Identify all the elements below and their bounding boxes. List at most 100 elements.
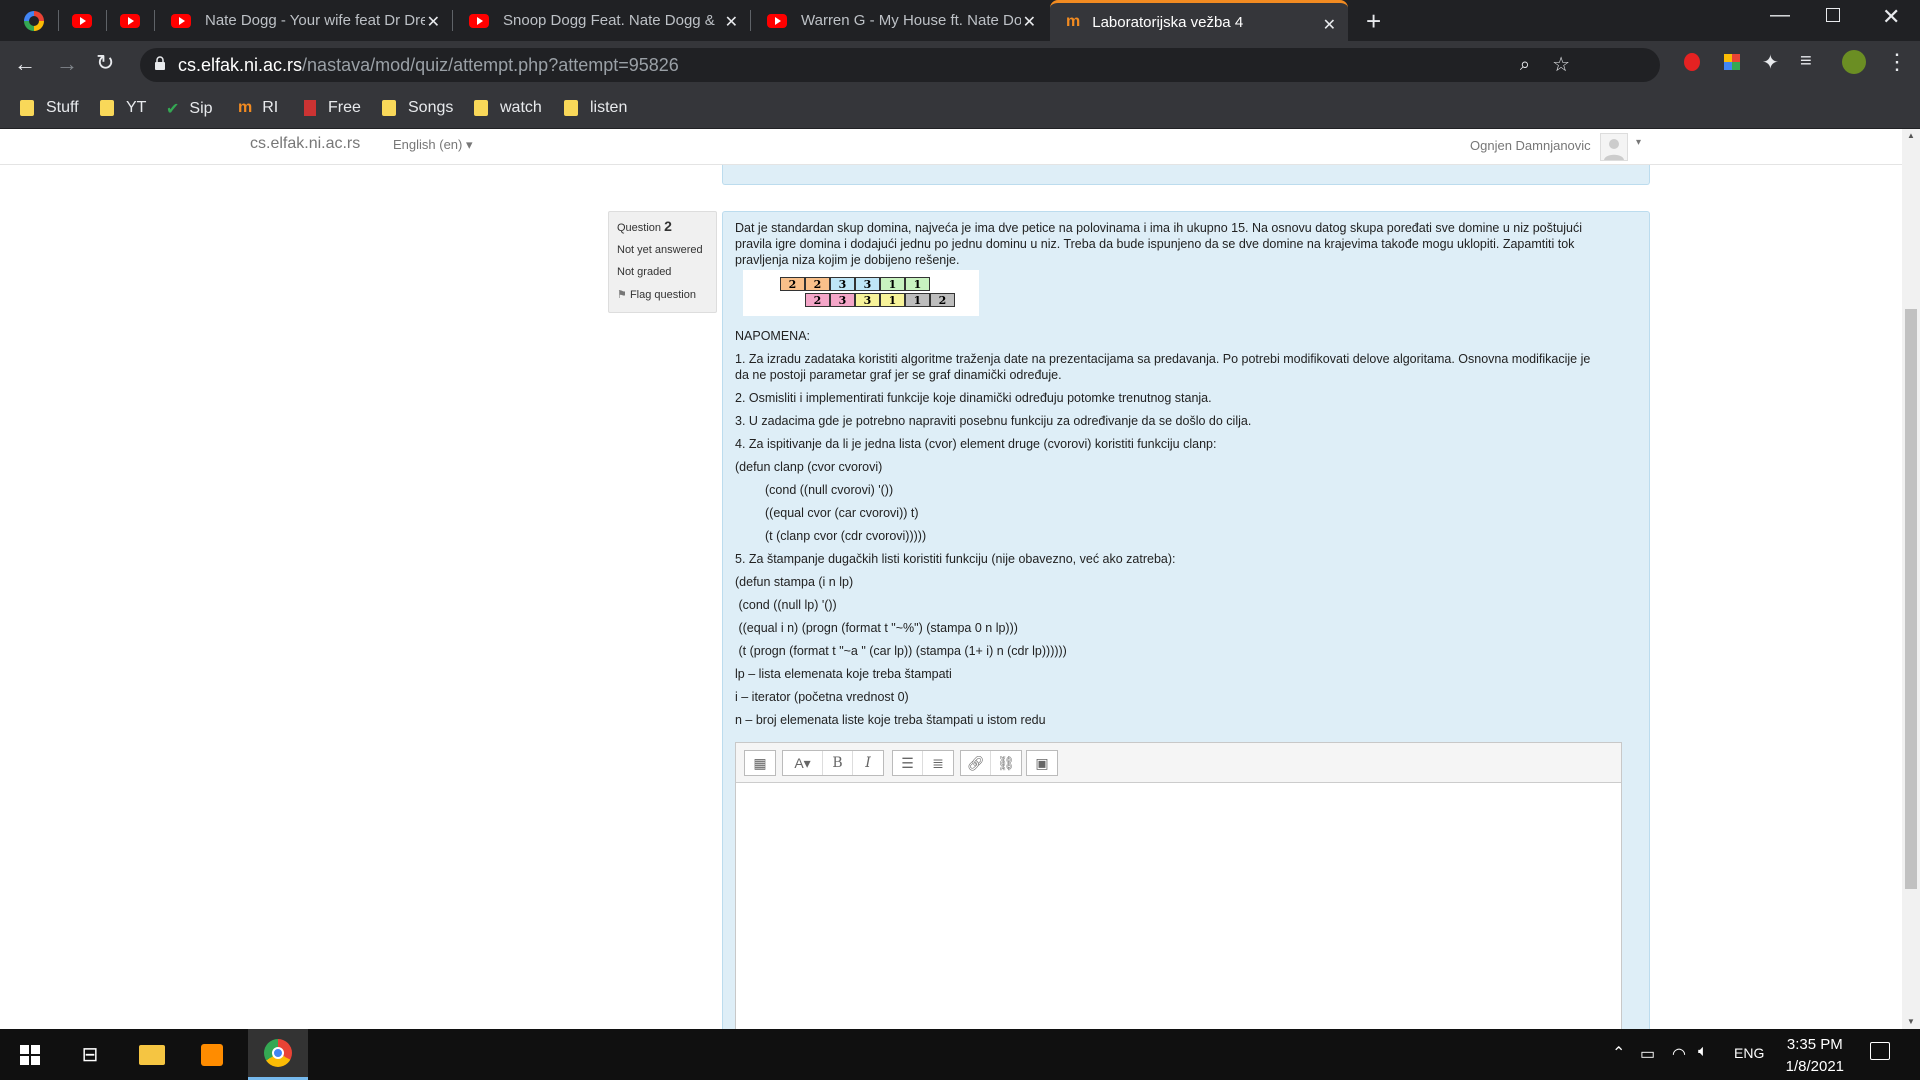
- code-line: (cond ((null cvorovi) '()): [765, 483, 894, 497]
- bookmark-label: Free: [328, 99, 361, 116]
- windows-icon: [20, 1044, 40, 1065]
- code-line: (cond ((null lp) '()): [735, 598, 837, 612]
- star-icon[interactable]: ☆: [1552, 52, 1570, 77]
- toolbar-group: ▣: [1026, 750, 1058, 776]
- task-view-icon: ⊟: [81, 1044, 99, 1066]
- bookmark-watch[interactable]: watch: [474, 99, 542, 117]
- input-language[interactable]: ENG: [1734, 1045, 1764, 1061]
- scroll-down-icon[interactable]: ▼: [1907, 1017, 1915, 1026]
- youtube-icon: [72, 13, 92, 28]
- toggle-toolbar-icon[interactable]: ▦: [745, 751, 775, 775]
- toolbar-group: 🔗︎ ⛓: [960, 750, 1022, 776]
- italic-icon[interactable]: I: [853, 751, 883, 775]
- domino-half: 3: [830, 293, 855, 307]
- zoom-icon[interactable]: ⌕: [1520, 54, 1530, 75]
- toolbar-group: ☰ ≣: [892, 750, 954, 776]
- flag-question[interactable]: ⚑ Flag question: [617, 288, 708, 301]
- close-tab-icon[interactable]: ✕: [1023, 12, 1036, 32]
- volume-icon[interactable]: 🔈︎: [1698, 1043, 1708, 1061]
- tab-warren-g[interactable]: Warren G - My House ft. Nate Dogg ✕: [751, 0, 1048, 41]
- pinned-tab-youtube-2[interactable]: [106, 0, 154, 41]
- wifi-icon[interactable]: ◠: [1672, 1044, 1686, 1064]
- question-number: 2: [664, 218, 672, 234]
- bookmark-songs[interactable]: Songs: [382, 99, 453, 117]
- link-icon[interactable]: 🔗︎: [961, 751, 991, 775]
- bullet-list-icon[interactable]: ☰: [893, 751, 923, 775]
- numbered-list-icon[interactable]: ≣: [923, 751, 953, 775]
- bookmark-free[interactable]: Free: [304, 99, 361, 117]
- close-tab-icon[interactable]: ✕: [1323, 15, 1336, 35]
- tab-snoop-dogg[interactable]: Snoop Dogg Feat. Nate Dogg & ✕: [453, 0, 750, 41]
- scroll-up-icon[interactable]: ▲: [1907, 131, 1915, 140]
- puzzle-icon[interactable]: ✦: [1762, 50, 1779, 75]
- unlink-icon[interactable]: ⛓: [991, 751, 1021, 775]
- bookmark-ri[interactable]: m RI: [238, 99, 278, 117]
- minimize-button[interactable]: —: [1770, 4, 1790, 27]
- language-menu[interactable]: English (en) ▾: [393, 137, 473, 153]
- code-line: ((equal i n) (progn (format t "~%") (sta…: [735, 621, 1018, 635]
- media-player-button[interactable]: [182, 1029, 242, 1080]
- folder-icon: [20, 100, 34, 116]
- url-text: cs.elfak.ni.ac.rs/nastava/mod/quiz/attem…: [178, 55, 679, 76]
- page-scrollbar[interactable]: ▲ ▼: [1902, 129, 1920, 1029]
- editor-toolbar: ▦ A▾ B I ☰ ≣ 🔗︎ ⛓ ▣: [736, 743, 1621, 783]
- forward-arrow-icon[interactable]: →: [56, 51, 78, 77]
- back-arrow-icon[interactable]: ←: [14, 51, 36, 77]
- task-view-button[interactable]: ⊟: [60, 1029, 120, 1080]
- bookmark-label: RI: [262, 99, 279, 116]
- close-window-button[interactable]: ✕: [1882, 4, 1900, 30]
- site-brand[interactable]: cs.elfak.ni.ac.rs: [250, 135, 360, 153]
- restore-button[interactable]: [1826, 8, 1840, 22]
- tab-title: Laboratorijska vežba 4: [1092, 13, 1244, 31]
- note-line: i – iterator (početna vrednost 0): [735, 690, 909, 704]
- reload-icon[interactable]: ↻: [96, 50, 114, 76]
- notifications-icon[interactable]: [1870, 1042, 1890, 1060]
- note-title: NAPOMENA:: [735, 329, 811, 343]
- youtube-icon: [767, 13, 787, 28]
- chevron-up-icon[interactable]: ⌃: [1612, 1043, 1625, 1063]
- clock[interactable]: 3:35 PM 1/8/2021: [1786, 1034, 1844, 1078]
- bookmark-sip[interactable]: ✔ Sip: [166, 99, 213, 119]
- file-explorer-button[interactable]: [122, 1029, 182, 1080]
- tab-laboratorijska[interactable]: m Laboratorijska vežba 4 ✕: [1050, 0, 1348, 41]
- tab-nate-dogg[interactable]: Nate Dogg - Your wife feat Dr Dre ✕: [155, 0, 452, 41]
- flag-icon: ⚑: [617, 289, 627, 301]
- address-bar[interactable]: cs.elfak.ni.ac.rs/nastava/mod/quiz/attem…: [140, 48, 1660, 82]
- pinned-tab-google[interactable]: [10, 0, 58, 41]
- bookmark-yt[interactable]: YT: [100, 99, 146, 117]
- domino-half: 1: [905, 293, 930, 307]
- pinned-tab-youtube-1[interactable]: [58, 0, 106, 41]
- menu-icon[interactable]: ⋮: [1886, 49, 1908, 75]
- question-grade: Not graded: [617, 266, 672, 278]
- bold-icon[interactable]: B: [823, 751, 853, 775]
- extension-icon[interactable]: [1724, 54, 1740, 70]
- youtube-icon: [469, 13, 489, 28]
- scrollbar-thumb[interactable]: [1905, 309, 1917, 889]
- chrome-taskbar-button[interactable]: [248, 1029, 308, 1080]
- bookmark-listen[interactable]: listen: [564, 99, 627, 117]
- user-name[interactable]: Ognjen Damnjanovic: [1470, 138, 1591, 153]
- toolbar-group: A▾ B I: [782, 750, 884, 776]
- start-button[interactable]: [0, 1029, 60, 1080]
- media-icon[interactable]: ≡: [1800, 50, 1812, 73]
- user-menu-caret[interactable]: ▾: [1636, 137, 1641, 148]
- note-line: 4. Za ispitivanje da li je jedna lista (…: [735, 437, 1217, 451]
- question-content: Dat je standardan skup domina, najveća j…: [722, 211, 1650, 1029]
- close-tab-icon[interactable]: ✕: [427, 12, 440, 32]
- clock-date: 1/8/2021: [1785, 1058, 1844, 1075]
- paragraph-style-icon[interactable]: A▾: [783, 751, 823, 775]
- lock-icon: [154, 56, 166, 70]
- answer-textarea[interactable]: [736, 783, 1621, 1029]
- bookmark-stuff[interactable]: Stuff: [20, 99, 79, 117]
- close-tab-icon[interactable]: ✕: [725, 12, 738, 32]
- adblock-icon[interactable]: [1684, 53, 1700, 71]
- battery-icon[interactable]: ▭: [1640, 1044, 1655, 1064]
- image-icon[interactable]: ▣: [1027, 751, 1057, 775]
- bookmark-label: listen: [590, 99, 628, 116]
- user-avatar[interactable]: [1600, 133, 1628, 161]
- tab-title: Snoop Dogg Feat. Nate Dogg &: [503, 12, 715, 29]
- new-tab-button[interactable]: +: [1366, 6, 1381, 37]
- windows-taskbar: ⊟ ⌃ ▭ ◠ 🔈︎ ENG 3:35 PM 1/8/2021: [0, 1029, 1920, 1080]
- folder-icon: [139, 1044, 165, 1065]
- profile-avatar[interactable]: [1842, 50, 1866, 74]
